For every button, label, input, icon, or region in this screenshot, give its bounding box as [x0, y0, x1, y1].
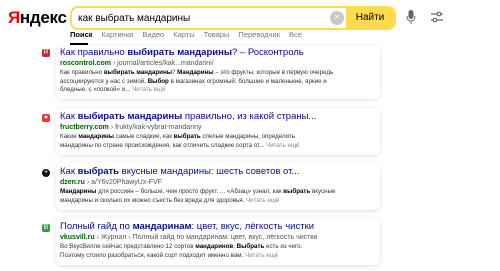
- microphone-icon[interactable]: [406, 10, 416, 24]
- clear-icon[interactable]: ×: [330, 11, 344, 25]
- read-more-link[interactable]: Читать ещё: [246, 197, 279, 204]
- header: Яндекс × Найти Поиск Картинки Видео Карты То…: [0, 0, 500, 50]
- read-more-link[interactable]: Читать ещё: [245, 252, 278, 259]
- vkusvill-favicon-icon: B: [42, 224, 50, 232]
- tab-search[interactable]: Поиск: [70, 30, 93, 39]
- search-result: + Как выбрать вкусные мандарины: шесть с…: [42, 163, 380, 210]
- search-result: R Как правильно выбирать мандарины? – Ро…: [42, 46, 380, 99]
- read-more-link[interactable]: Читать ещё: [132, 86, 165, 93]
- search-result: ● Как выбирать мандарины правильно, из к…: [42, 108, 380, 155]
- result-title-link[interactable]: Как правильно выбирать мандарины? – Роск…: [60, 47, 376, 59]
- result-title-link[interactable]: Как выбирать мандарины правильно, из как…: [60, 111, 376, 123]
- search-input[interactable]: [78, 10, 328, 26]
- search-tabs: Поиск Картинки Видео Карты Товары Переводчик В…: [70, 30, 311, 44]
- result-title-link[interactable]: Полный гайд по мандаринам: цвет, вкус, л…: [60, 221, 376, 233]
- dzen-favicon-icon: +: [42, 169, 50, 177]
- read-more-link[interactable]: Читать ещё: [266, 142, 299, 149]
- result-snippet: Во ВкусВилле сейчас представлено 12 сорт…: [60, 243, 303, 259]
- tab-images[interactable]: Картинки: [102, 30, 134, 39]
- settings-sliders-icon[interactable]: [430, 10, 444, 24]
- result-url[interactable]: fructberry.com › frukty/kak-vybrat-manda…: [60, 123, 376, 133]
- yandex-logo[interactable]: Яндекс: [8, 8, 67, 28]
- search-box: × Найти: [70, 6, 396, 30]
- tab-maps[interactable]: Карты: [173, 30, 194, 39]
- tab-translator[interactable]: Переводчик: [238, 30, 280, 39]
- tab-all[interactable]: Все: [289, 30, 302, 39]
- result-url[interactable]: roscontrol.com › journal/articles/kak...…: [60, 59, 376, 69]
- fructberry-favicon-icon: ●: [42, 114, 50, 122]
- result-url[interactable]: vkusvill.ru › Журнал › Полный гайд по ма…: [60, 233, 376, 243]
- find-button[interactable]: Найти: [346, 8, 394, 28]
- result-snippet: Какие мандарины самые сладкие, как выбра…: [60, 133, 300, 149]
- result-url[interactable]: dzen.ru › a/Y6v20PhawyUx-FVF: [60, 178, 376, 188]
- result-title-link[interactable]: Как выбрать вкусные мандарины: шесть сов…: [60, 166, 376, 178]
- roscontrol-favicon-icon: R: [42, 49, 50, 57]
- tab-products[interactable]: Товары: [204, 30, 230, 39]
- tab-video[interactable]: Видео: [142, 30, 164, 39]
- search-result: B Полный гайд по мандаринам: цвет, вкус,…: [42, 218, 380, 265]
- result-snippet: Как правильно выбирать мандарины? Мандар…: [60, 69, 334, 93]
- result-snippet: Мандарины для россиян – больше, чем прос…: [60, 188, 336, 204]
